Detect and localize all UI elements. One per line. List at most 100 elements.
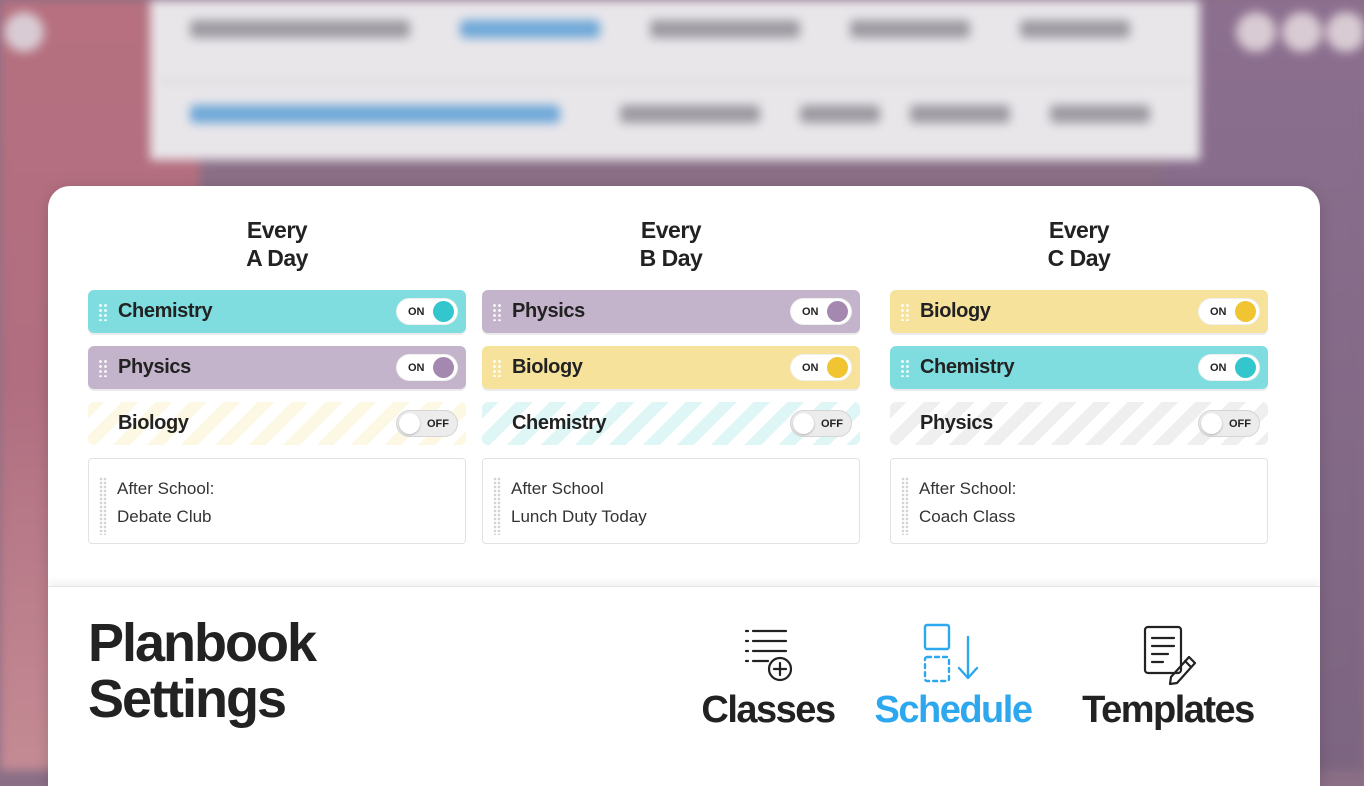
day-heading-line1: Every	[246, 217, 308, 243]
drag-handle-icon[interactable]	[492, 358, 502, 377]
settings-footer: Planbook Settings Classes Schedule Templ…	[48, 586, 1320, 786]
schedule-settings-panel: Every A Day Chemistry ON Physics ON Biol…	[48, 186, 1320, 786]
page-title-line2: Settings	[88, 669, 287, 729]
background-text	[620, 105, 760, 123]
background-text	[190, 20, 410, 38]
background-divider	[160, 80, 1190, 82]
toggle-state: ON	[408, 306, 425, 318]
class-row-biology[interactable]: Biology ON	[890, 290, 1268, 333]
class-toggle[interactable]: ON	[396, 298, 458, 325]
tab-schedule[interactable]: Schedule	[863, 617, 1043, 732]
drag-handle-icon[interactable]	[98, 358, 108, 377]
page-title-line1: Planbook	[88, 613, 317, 673]
note-line: After School:	[919, 479, 1017, 498]
toggle-knob	[827, 357, 848, 378]
day-note[interactable]: After School: Debate Club	[88, 458, 466, 544]
toggle-knob	[827, 301, 848, 322]
class-label: Chemistry	[512, 412, 607, 434]
class-toggle[interactable]: OFF	[396, 410, 458, 437]
page-title: Planbook Settings	[88, 613, 317, 729]
tab-label: Templates	[1082, 689, 1255, 731]
day-column-b: Every B Day Physics ON Biology ON Chemis…	[482, 216, 860, 544]
class-row-chemistry[interactable]: Chemistry OFF	[482, 402, 860, 445]
drag-handle-icon[interactable]	[493, 477, 501, 535]
toggle-state: OFF	[821, 418, 843, 430]
drag-handle-icon[interactable]	[98, 302, 108, 321]
toggle-state: ON	[408, 362, 425, 374]
background-text	[1020, 20, 1130, 38]
day-note[interactable]: After School: Coach Class	[890, 458, 1268, 544]
background-text	[460, 20, 600, 38]
background-text	[800, 105, 880, 123]
day-heading: Every B Day	[482, 216, 860, 274]
day-column-c: Every C Day Biology ON Chemistry ON Phys…	[890, 216, 1268, 544]
background-icon	[1236, 12, 1276, 52]
drag-handle-icon[interactable]	[900, 358, 910, 377]
background-text	[190, 105, 560, 123]
class-label: Biology	[920, 300, 991, 322]
class-label: Physics	[512, 300, 585, 322]
toggle-state: ON	[802, 362, 819, 374]
day-column-a: Every A Day Chemistry ON Physics ON Biol…	[88, 216, 466, 544]
background-text	[850, 20, 970, 38]
day-heading-line2: B Day	[639, 245, 703, 271]
class-label: Biology	[118, 412, 189, 434]
class-toggle[interactable]: ON	[1198, 298, 1260, 325]
class-toggle[interactable]: ON	[790, 298, 852, 325]
class-label: Physics	[118, 356, 191, 378]
tab-label: Classes	[701, 689, 836, 731]
drag-handle-icon[interactable]	[99, 477, 107, 535]
class-row-physics[interactable]: Physics ON	[88, 346, 466, 389]
class-label: Biology	[512, 356, 583, 378]
class-row-chemistry[interactable]: Chemistry ON	[890, 346, 1268, 389]
drag-handle-icon	[98, 415, 108, 433]
class-toggle[interactable]: ON	[790, 354, 852, 381]
class-row-physics[interactable]: Physics ON	[482, 290, 860, 333]
toggle-state: ON	[1210, 362, 1227, 374]
toggle-state: ON	[1210, 306, 1227, 318]
day-heading-line1: Every	[1048, 217, 1110, 243]
toggle-state: ON	[802, 306, 819, 318]
class-label: Chemistry	[118, 300, 213, 322]
day-note[interactable]: After School Lunch Duty Today	[482, 458, 860, 544]
day-heading-line2: C Day	[1047, 245, 1111, 271]
schedule-move-icon	[863, 617, 1043, 687]
tab-classes[interactable]: Classes	[693, 617, 843, 732]
toggle-knob	[433, 301, 454, 322]
note-line: Coach Class	[919, 507, 1016, 526]
template-edit-icon	[1068, 617, 1268, 687]
toggle-knob	[433, 357, 454, 378]
class-row-biology[interactable]: Biology ON	[482, 346, 860, 389]
class-toggle[interactable]: ON	[396, 354, 458, 381]
toggle-knob	[793, 413, 814, 434]
toggle-state: OFF	[1229, 418, 1251, 430]
drag-handle-icon[interactable]	[492, 302, 502, 321]
background-icon	[1326, 12, 1364, 52]
background-text	[1050, 105, 1150, 123]
note-line: After School:	[117, 479, 215, 498]
day-heading-line2: A Day	[246, 245, 308, 271]
background-text	[910, 105, 1010, 123]
class-row-chemistry[interactable]: Chemistry ON	[88, 290, 466, 333]
class-toggle[interactable]: ON	[1198, 354, 1260, 381]
class-row-physics[interactable]: Physics OFF	[890, 402, 1268, 445]
background-icon	[4, 12, 44, 52]
class-row-biology[interactable]: Biology OFF	[88, 402, 466, 445]
drag-handle-icon	[900, 415, 910, 433]
note-line: Lunch Duty Today	[511, 507, 647, 526]
toggle-state: OFF	[427, 418, 449, 430]
background-icon	[1282, 12, 1322, 52]
note-line: Debate Club	[117, 507, 212, 526]
drag-handle-icon[interactable]	[901, 477, 909, 535]
tab-templates[interactable]: Templates	[1068, 617, 1268, 732]
list-add-icon	[693, 617, 843, 687]
drag-handle-icon	[492, 415, 502, 433]
class-toggle[interactable]: OFF	[1198, 410, 1260, 437]
drag-handle-icon[interactable]	[900, 302, 910, 321]
class-label: Physics	[920, 412, 993, 434]
day-heading-line1: Every	[640, 217, 702, 243]
class-toggle[interactable]: OFF	[790, 410, 852, 437]
class-label: Chemistry	[920, 356, 1015, 378]
toggle-knob	[1235, 301, 1256, 322]
day-heading: Every A Day	[88, 216, 466, 274]
